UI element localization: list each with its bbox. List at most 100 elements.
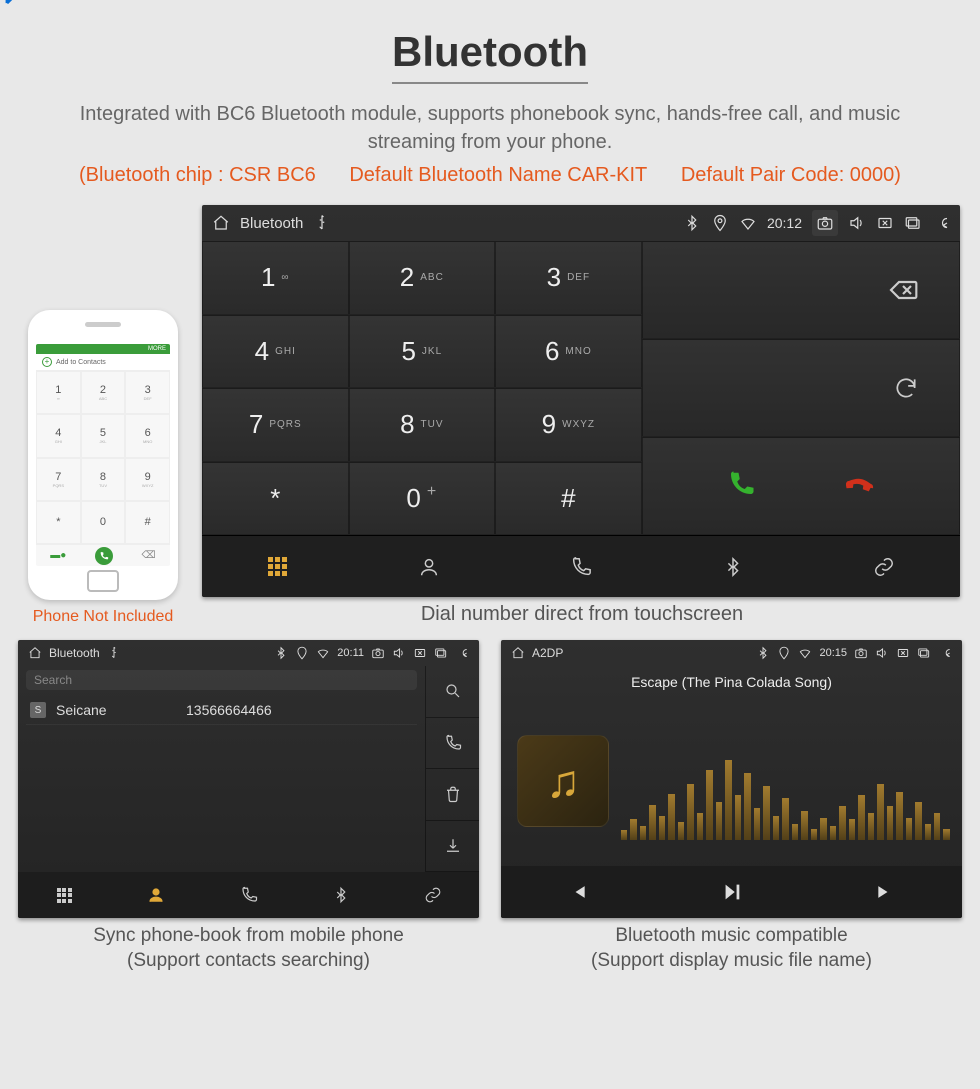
call-button[interactable] [726,469,756,504]
tab-keypad[interactable] [18,872,110,918]
prev-track-button[interactable] [501,866,655,918]
search-button[interactable] [426,666,479,718]
recents-icon[interactable] [917,646,931,660]
music-caption-line1: Bluetooth music compatible [501,924,962,949]
phone-key-8[interactable]: 8TUV [81,458,126,501]
volume-icon[interactable] [875,646,889,660]
screenshot-icon[interactable] [812,210,838,236]
volume-icon[interactable] [392,646,406,660]
tab-contacts[interactable] [110,872,202,918]
dialer-statusbar: Bluetooth 20:12 [202,205,960,241]
delete-contact-button[interactable] [426,769,479,821]
visualizer [621,760,950,840]
key-3[interactable]: 3DEF [495,241,642,315]
backspace-button[interactable] [642,241,960,339]
album-art: ♫ [517,735,609,827]
recents-icon[interactable] [904,214,922,232]
close-app-icon[interactable] [876,214,894,232]
page-description: Integrated with BC6 Bluetooth module, su… [50,100,930,156]
key-5[interactable]: 5JKL [349,315,496,389]
next-track-button[interactable] [808,866,962,918]
phone-add-contacts[interactable]: + Add to Contacts [36,354,170,371]
back-icon[interactable] [938,646,952,660]
phone-add-label: Add to Contacts [56,359,106,366]
key-2[interactable]: 2ABC [349,241,496,315]
phone-key-9[interactable]: 9WXYZ [125,458,170,501]
statusbar-time: 20:11 [337,647,364,659]
statusbar-title: Bluetooth [240,215,303,232]
dialer-keypad: 1∞2ABC3DEF 4GHI5JKL6MNO 7PQRS8TUV9WXYZ *0+# [202,241,642,535]
statusbar-time: 20:12 [767,215,802,231]
wifi-icon [739,214,757,232]
phone-key-7[interactable]: 7PQRS [36,458,81,501]
dialer-screen: Bluetooth 20:12 1∞2ABC3DEF 4GHI5JKL6MNO 7P… [202,205,962,626]
tab-keypad[interactable] [202,536,354,597]
tab-link[interactable] [808,536,960,597]
phone-key-*[interactable]: * [36,501,81,544]
volume-icon[interactable] [848,214,866,232]
wifi-icon [798,646,812,660]
phone-key-3[interactable]: 3DEF [125,371,170,414]
contact-badge: S [30,702,46,718]
bluetooth-specs: (Bluetooth chip : CSR BC6 Default Blueto… [18,164,962,187]
download-contacts-button[interactable] [426,821,479,873]
screenshot-icon[interactable] [371,646,385,660]
key-0[interactable]: 0+ [349,462,496,536]
back-icon[interactable] [455,646,469,660]
usb-icon [313,214,331,232]
key-4[interactable]: 4GHI [202,315,349,389]
key-1[interactable]: 1∞ [202,241,349,315]
key-*[interactable]: * [202,462,349,536]
spec-chip: (Bluetooth chip : CSR BC6 [79,164,316,186]
hangup-button[interactable] [846,469,876,504]
gps-icon [777,646,791,660]
recents-icon[interactable] [434,646,448,660]
phone-key-4[interactable]: 4GHI [36,414,81,457]
key-6[interactable]: 6MNO [495,315,642,389]
statusbar-title: Bluetooth [49,646,100,660]
key-#[interactable]: # [495,462,642,536]
phone-backspace-icon[interactable]: ⌫ [142,550,156,561]
screenshot-icon[interactable] [854,646,868,660]
key-8[interactable]: 8TUV [349,388,496,462]
tab-call-log[interactable] [505,536,657,597]
phone-keypad[interactable]: 1∞2ABC3DEF 4GHI5JKL6MNO 7PQRS8TUV9WXYZ *0# [36,371,170,544]
close-app-icon[interactable] [413,646,427,660]
tab-bluetooth[interactable] [295,872,387,918]
key-7[interactable]: 7PQRS [202,388,349,462]
sync-button[interactable] [642,339,960,437]
dial-contact-button[interactable] [426,718,479,770]
contacts-screen: Bluetooth 20:11 Search SSei [18,640,479,973]
close-app-icon[interactable] [896,646,910,660]
home-icon[interactable] [511,646,525,660]
phone-key-6[interactable]: 6MNO [125,414,170,457]
tab-bluetooth[interactable] [657,536,809,597]
home-icon[interactable] [28,646,42,660]
contact-row[interactable]: SSeicane13566664466 [26,696,417,725]
phone-key-1[interactable]: 1∞ [36,371,81,414]
page-title: Bluetooth [392,28,588,84]
phone-recorder-icon[interactable]: ▬● [50,550,66,561]
music-statusbar: A2DP 20:15 [501,640,962,666]
phone-dial-button[interactable] [95,547,113,565]
phone-key-5[interactable]: 5JKL [81,414,126,457]
search-input[interactable]: Search [26,670,417,690]
track-title: Escape (The Pina Colada Song) [501,666,962,696]
phone-key-0[interactable]: 0 [81,501,126,544]
phone-key-#[interactable]: # [125,501,170,544]
statusbar-time: 20:15 [819,647,847,659]
contacts-caption-line2: (Support contacts searching) [18,949,479,974]
play-pause-button[interactable] [655,866,809,918]
tab-call-log[interactable] [202,872,294,918]
tab-contacts[interactable] [354,536,506,597]
home-icon[interactable] [212,214,230,232]
phone-status-more: MORE [36,344,170,354]
music-caption-line2: (Support display music file name) [501,949,962,974]
contact-number: 13566664466 [186,702,272,718]
tab-link[interactable] [387,872,479,918]
gps-icon [711,214,729,232]
phone-key-2[interactable]: 2ABC [81,371,126,414]
back-icon[interactable] [932,214,950,232]
key-9[interactable]: 9WXYZ [495,388,642,462]
dialer-caption: Dial number direct from touchscreen [202,603,962,626]
